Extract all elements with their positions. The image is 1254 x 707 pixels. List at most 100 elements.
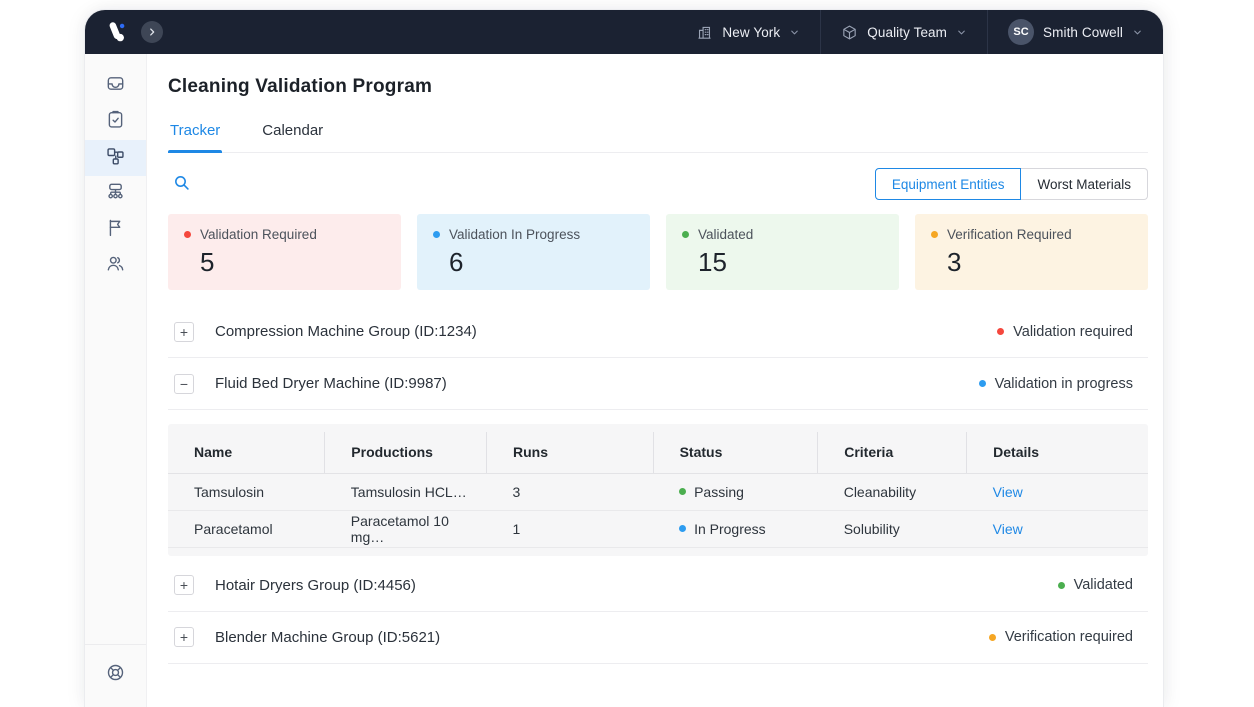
team-selector[interactable]: Quality Team bbox=[820, 10, 987, 54]
view-link[interactable]: View bbox=[993, 484, 1023, 500]
status-badge: Validated bbox=[1058, 577, 1133, 593]
cell-name: Paracetamol bbox=[168, 510, 325, 547]
team-label: Quality Team bbox=[867, 25, 947, 40]
tab-tracker[interactable]: Tracker bbox=[168, 122, 222, 152]
main-content: Cleaning Validation Program Tracker Cale… bbox=[147, 54, 1163, 707]
card-validation-in-progress: Validation In Progress 6 bbox=[417, 214, 650, 290]
cell-runs: 1 bbox=[486, 510, 653, 547]
avatar: SC bbox=[1008, 19, 1034, 45]
app-window: New York Quality Team bbox=[85, 10, 1163, 707]
toggle-worst-materials[interactable]: Worst Materials bbox=[1021, 168, 1148, 200]
search-button[interactable] bbox=[168, 169, 196, 200]
cell-criteria: Solubility bbox=[818, 510, 967, 547]
status-dot-green bbox=[682, 231, 689, 238]
sidebar-item-help[interactable] bbox=[85, 657, 146, 693]
equipment-list: + Compression Machine Group (ID:1234) Va… bbox=[168, 306, 1148, 664]
status-dot-orange bbox=[931, 231, 938, 238]
status-badge: Validation in progress bbox=[979, 376, 1133, 392]
equipment-row-fluid-bed-dryer-machine[interactable]: − Fluid Bed Dryer Machine (ID:9987) Vali… bbox=[168, 358, 1148, 410]
cell-productions: Paracetamol 10 mg… bbox=[325, 510, 487, 547]
status-label: Verification required bbox=[1005, 629, 1133, 645]
expand-icon[interactable]: + bbox=[174, 627, 194, 647]
cell-status: In Progress bbox=[653, 510, 818, 547]
sidebar-item-users[interactable] bbox=[85, 248, 146, 284]
location-selector[interactable]: New York bbox=[676, 10, 820, 54]
chevron-down-icon bbox=[1132, 27, 1143, 38]
table-header-row: Name Productions Runs Status Criteria De… bbox=[168, 432, 1148, 473]
detail-table-panel: Name Productions Runs Status Criteria De… bbox=[168, 424, 1148, 556]
workflow-icon bbox=[105, 145, 126, 171]
cell-details: View bbox=[967, 473, 1148, 510]
users-icon bbox=[105, 253, 126, 279]
view-toggle: Equipment Entities Worst Materials bbox=[875, 168, 1148, 200]
user-name-label: Smith Cowell bbox=[1043, 25, 1123, 40]
card-validated: Validated 15 bbox=[666, 214, 899, 290]
tab-calendar[interactable]: Calendar bbox=[260, 122, 325, 152]
status-label: Validation required bbox=[1013, 324, 1133, 340]
chevron-down-icon bbox=[789, 27, 800, 38]
sidebar-item-tasks[interactable] bbox=[85, 104, 146, 140]
status-dot-blue bbox=[679, 525, 686, 532]
cell-name: Tamsulosin bbox=[168, 473, 325, 510]
card-label: Validation Required bbox=[200, 227, 317, 242]
equipment-row-blender-machine-group[interactable]: + Blender Machine Group (ID:5621) Verifi… bbox=[168, 612, 1148, 664]
chevron-down-icon bbox=[956, 27, 967, 38]
sidebar-item-hierarchy[interactable] bbox=[85, 176, 146, 212]
card-value: 5 bbox=[184, 247, 385, 278]
sidebar-item-flags[interactable] bbox=[85, 212, 146, 248]
sidebar bbox=[85, 54, 147, 707]
view-link[interactable]: View bbox=[993, 521, 1023, 537]
column-header-status: Status bbox=[653, 432, 818, 473]
cell-status: Passing bbox=[653, 473, 818, 510]
sidebar-collapse-button[interactable] bbox=[141, 21, 163, 43]
topbar: New York Quality Team bbox=[85, 10, 1163, 54]
status-dot-blue bbox=[433, 231, 440, 238]
status-dot-red bbox=[184, 231, 191, 238]
flag-icon bbox=[105, 217, 126, 243]
column-header-criteria: Criteria bbox=[818, 432, 967, 473]
tab-bar: Tracker Calendar bbox=[168, 122, 1148, 153]
detail-table: Name Productions Runs Status Criteria De… bbox=[168, 432, 1148, 548]
card-value: 15 bbox=[682, 247, 883, 278]
status-label: Validated bbox=[1074, 577, 1133, 593]
card-value: 6 bbox=[433, 247, 634, 278]
card-label: Validated bbox=[698, 227, 753, 242]
desktop-background: New York Quality Team bbox=[0, 0, 1254, 707]
column-header-details: Details bbox=[967, 432, 1148, 473]
equipment-row-hotair-dryers-group[interactable]: + Hotair Dryers Group (ID:4456) Validate… bbox=[168, 560, 1148, 612]
status-label: In Progress bbox=[694, 521, 766, 537]
column-header-name: Name bbox=[168, 432, 325, 473]
toggle-equipment-entities[interactable]: Equipment Entities bbox=[875, 168, 1022, 200]
search-icon bbox=[172, 173, 192, 196]
cell-details: View bbox=[967, 510, 1148, 547]
inbox-icon bbox=[105, 73, 126, 99]
status-dot-green bbox=[679, 488, 686, 495]
app-logo-icon bbox=[103, 18, 131, 46]
page-title: Cleaning Validation Program bbox=[168, 76, 1148, 98]
expand-icon[interactable]: + bbox=[174, 322, 194, 342]
summary-cards: Validation Required 5 Validation In Prog… bbox=[168, 214, 1148, 290]
column-header-productions: Productions bbox=[325, 432, 487, 473]
equipment-title: Fluid Bed Dryer Machine (ID:9987) bbox=[215, 375, 447, 392]
user-menu[interactable]: SC Smith Cowell bbox=[987, 10, 1163, 54]
clipboard-check-icon bbox=[105, 109, 126, 135]
status-label: Validation in progress bbox=[995, 376, 1133, 392]
sitemap-icon bbox=[105, 181, 126, 207]
equipment-title: Hotair Dryers Group (ID:4456) bbox=[215, 577, 416, 594]
status-label: Passing bbox=[694, 484, 744, 500]
column-header-runs: Runs bbox=[486, 432, 653, 473]
table-row: Paracetamol Paracetamol 10 mg… 1 In Prog… bbox=[168, 510, 1148, 547]
sidebar-item-validation-programs[interactable] bbox=[85, 140, 146, 176]
status-badge: Validation required bbox=[997, 324, 1133, 340]
cube-icon bbox=[841, 24, 858, 41]
toolbar: Equipment Entities Worst Materials bbox=[168, 166, 1148, 202]
equipment-title: Blender Machine Group (ID:5621) bbox=[215, 629, 440, 646]
card-validation-required: Validation Required 5 bbox=[168, 214, 401, 290]
equipment-row-compression-machine-group[interactable]: + Compression Machine Group (ID:1234) Va… bbox=[168, 306, 1148, 358]
equipment-title: Compression Machine Group (ID:1234) bbox=[215, 323, 477, 340]
expand-icon[interactable]: + bbox=[174, 575, 194, 595]
sidebar-item-inbox[interactable] bbox=[85, 68, 146, 104]
cell-productions: Tamsulosin HCL… bbox=[325, 473, 487, 510]
collapse-icon[interactable]: − bbox=[174, 374, 194, 394]
building-icon bbox=[696, 24, 713, 41]
